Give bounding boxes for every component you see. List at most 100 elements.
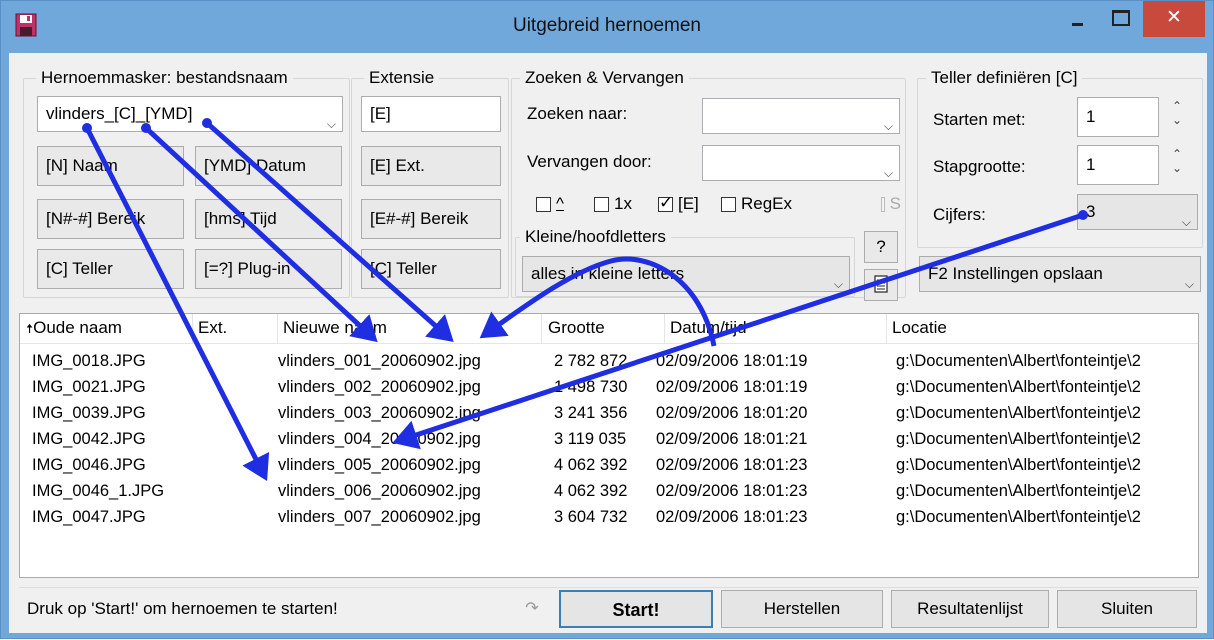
minimize-button[interactable] xyxy=(1057,1,1097,37)
old-name-cell: IMG_0046_1.JPG xyxy=(32,482,165,500)
column-new-name[interactable]: Nieuwe naam xyxy=(283,318,387,338)
insert-date-button[interactable]: [YMD] Datum xyxy=(195,146,342,186)
date-cell: 02/09/2006 18:01:23 xyxy=(656,508,808,526)
column-ext[interactable]: Ext. xyxy=(198,318,227,338)
case-group-title: Kleine/hoofdletters xyxy=(520,227,671,247)
location-cell: g:\Documenten\Albert\fonteintje\2 xyxy=(896,456,1141,474)
save-settings-icon-button[interactable] xyxy=(864,269,898,301)
insert-ext-counter-button[interactable]: [C] Teller xyxy=(361,249,501,289)
insert-counter-button[interactable]: [C] Teller xyxy=(37,249,184,289)
close-button[interactable]: Sluiten xyxy=(1057,590,1197,628)
mask-combobox[interactable]: vlinders_[C]_[YMD] ⌵ xyxy=(37,96,343,132)
case-combobox[interactable]: alles in kleine letters ⌵ xyxy=(522,256,850,292)
insert-name-range-button[interactable]: [N#-#] Bereik xyxy=(37,199,184,239)
new-name-cell: vlinders_002_20060902.jpg xyxy=(278,378,481,396)
counter-start-label: Starten met: xyxy=(933,110,1026,129)
table-row[interactable]: IMG_0018.JPG vlinders_001_20060902.jpg 2… xyxy=(20,352,1198,374)
column-divider[interactable] xyxy=(664,314,665,344)
counter-step-spinner[interactable]: ⌃ ⌄ xyxy=(1167,147,1187,183)
size-cell: 4 062 392 xyxy=(554,482,628,500)
title-bar[interactable]: Uitgebreid hernoemen ✕ xyxy=(1,1,1213,53)
old-name-cell: IMG_0021.JPG xyxy=(32,378,146,396)
disabled-option-checkbox: S xyxy=(881,194,901,214)
search-replace-group-title: Zoeken & Vervangen xyxy=(520,68,689,88)
start-button[interactable]: Start! xyxy=(559,590,713,628)
include-extension-checkbox[interactable]: [E] xyxy=(658,193,699,214)
checkbox-box[interactable] xyxy=(658,193,673,213)
new-name-cell: vlinders_003_20060902.jpg xyxy=(278,404,481,422)
chevron-down-icon[interactable]: ⌵ xyxy=(1182,205,1191,229)
counter-start-spinner[interactable]: ⌃ ⌄ xyxy=(1167,99,1187,135)
new-name-cell: vlinders_007_20060902.jpg xyxy=(278,508,481,526)
replace-label: Vervangen door: xyxy=(527,152,652,171)
mask-group-title: Hernoemmasker: bestandsnaam xyxy=(36,68,293,88)
chevron-down-icon[interactable]: ⌵ xyxy=(884,109,893,133)
case-sensitive-checkbox[interactable]: ^ xyxy=(536,194,564,214)
search-combobox[interactable]: ⌵ xyxy=(702,98,900,134)
counter-step-input[interactable]: 1 xyxy=(1077,145,1159,185)
insert-plugin-button[interactable]: [=?] Plug-in xyxy=(195,249,342,289)
counter-group-title: Teller definiëren [C] xyxy=(926,68,1083,88)
table-row[interactable]: IMG_0042.JPG vlinders_004_20060902.jpg 3… xyxy=(20,430,1198,452)
counter-start-input[interactable]: 1 xyxy=(1077,97,1159,137)
size-cell: 3 604 732 xyxy=(554,508,628,526)
replace-combobox[interactable]: ⌵ xyxy=(702,145,900,181)
date-cell: 02/09/2006 18:01:19 xyxy=(656,352,808,370)
extension-group-title: Extensie xyxy=(364,68,440,88)
size-cell: 4 062 392 xyxy=(554,456,628,474)
column-old-name-label: Oude naam xyxy=(33,318,122,337)
checkbox-box[interactable] xyxy=(594,196,609,212)
insert-time-button[interactable]: [hms] Tijd xyxy=(195,199,342,239)
close-window-button[interactable]: ✕ xyxy=(1143,1,1205,37)
redo-icon[interactable]: ↷ xyxy=(517,598,547,622)
case-sensitive-label: ^ xyxy=(556,194,564,213)
column-date[interactable]: Datum/tijd xyxy=(670,318,747,338)
insert-ext-range-button[interactable]: [E#-#] Bereik xyxy=(361,199,501,239)
size-cell: 3 119 035 xyxy=(554,430,627,448)
new-name-cell: vlinders_001_20060902.jpg xyxy=(278,352,481,370)
checkbox-box[interactable] xyxy=(721,196,736,212)
location-cell: g:\Documenten\Albert\fonteintje\2 xyxy=(896,430,1141,448)
size-cell: 1 498 730 xyxy=(554,378,628,396)
status-message: Druk op 'Start!' om hernoemen te starten… xyxy=(27,599,338,618)
replace-once-checkbox[interactable]: 1x xyxy=(594,194,632,214)
save-settings-combobox[interactable]: F2 Instellingen opslaan ⌵ xyxy=(919,256,1201,292)
maximize-button[interactable] xyxy=(1099,1,1141,37)
table-row[interactable]: IMG_0046_1.JPG vlinders_006_20060902.jpg… xyxy=(20,482,1198,504)
column-size[interactable]: Grootte xyxy=(548,318,605,338)
chevron-down-icon[interactable]: ⌵ xyxy=(327,107,336,131)
counter-digits-combobox[interactable]: 3 ⌵ xyxy=(1077,194,1198,230)
table-row[interactable]: IMG_0046.JPG vlinders_005_20060902.jpg 4… xyxy=(20,456,1198,478)
insert-ext-button[interactable]: [E] Ext. xyxy=(361,146,501,186)
regex-checkbox[interactable]: RegEx xyxy=(721,194,792,214)
column-divider[interactable] xyxy=(277,314,278,344)
chevron-down-icon[interactable]: ⌵ xyxy=(834,267,843,291)
table-row[interactable]: IMG_0021.JPG vlinders_002_20060902.jpg 1… xyxy=(20,378,1198,400)
new-name-cell: vlinders_006_20060902.jpg xyxy=(278,482,481,500)
checkbox-box[interactable] xyxy=(536,196,551,212)
old-name-cell: IMG_0042.JPG xyxy=(32,430,146,448)
location-cell: g:\Documenten\Albert\fonteintje\2 xyxy=(896,404,1141,422)
new-name-cell: vlinders_004_20060902.jpg xyxy=(278,430,481,448)
column-old-name[interactable]: 🠅Oude naam xyxy=(26,318,122,342)
help-button[interactable]: ? xyxy=(864,231,898,263)
file-list[interactable]: 🠅Oude naam Ext. Nieuwe naam Grootte Datu… xyxy=(19,313,1199,578)
chevron-down-icon[interactable]: ⌵ xyxy=(1185,267,1194,291)
location-cell: g:\Documenten\Albert\fonteintje\2 xyxy=(896,482,1141,500)
column-divider[interactable] xyxy=(886,314,887,344)
checkbox-box xyxy=(881,196,885,212)
results-list-button[interactable]: Resultatenlijst xyxy=(891,590,1049,628)
size-cell: 2 782 872 xyxy=(554,352,628,370)
column-divider[interactable] xyxy=(192,314,193,344)
column-location[interactable]: Locatie xyxy=(892,318,947,338)
chevron-down-icon[interactable]: ⌵ xyxy=(884,156,893,180)
date-cell: 02/09/2006 18:01:20 xyxy=(656,404,808,422)
case-value: alles in kleine letters xyxy=(531,264,685,283)
restore-button[interactable]: Herstellen xyxy=(721,590,883,628)
table-row[interactable]: IMG_0047.JPG vlinders_007_20060902.jpg 3… xyxy=(20,508,1198,530)
extension-mask-input[interactable]: [E] xyxy=(361,96,501,132)
insert-name-button[interactable]: [N] Naam xyxy=(37,146,184,186)
table-row[interactable]: IMG_0039.JPG vlinders_003_20060902.jpg 3… xyxy=(20,404,1198,426)
close-icon: ✕ xyxy=(1166,7,1182,28)
column-divider[interactable] xyxy=(541,314,542,344)
